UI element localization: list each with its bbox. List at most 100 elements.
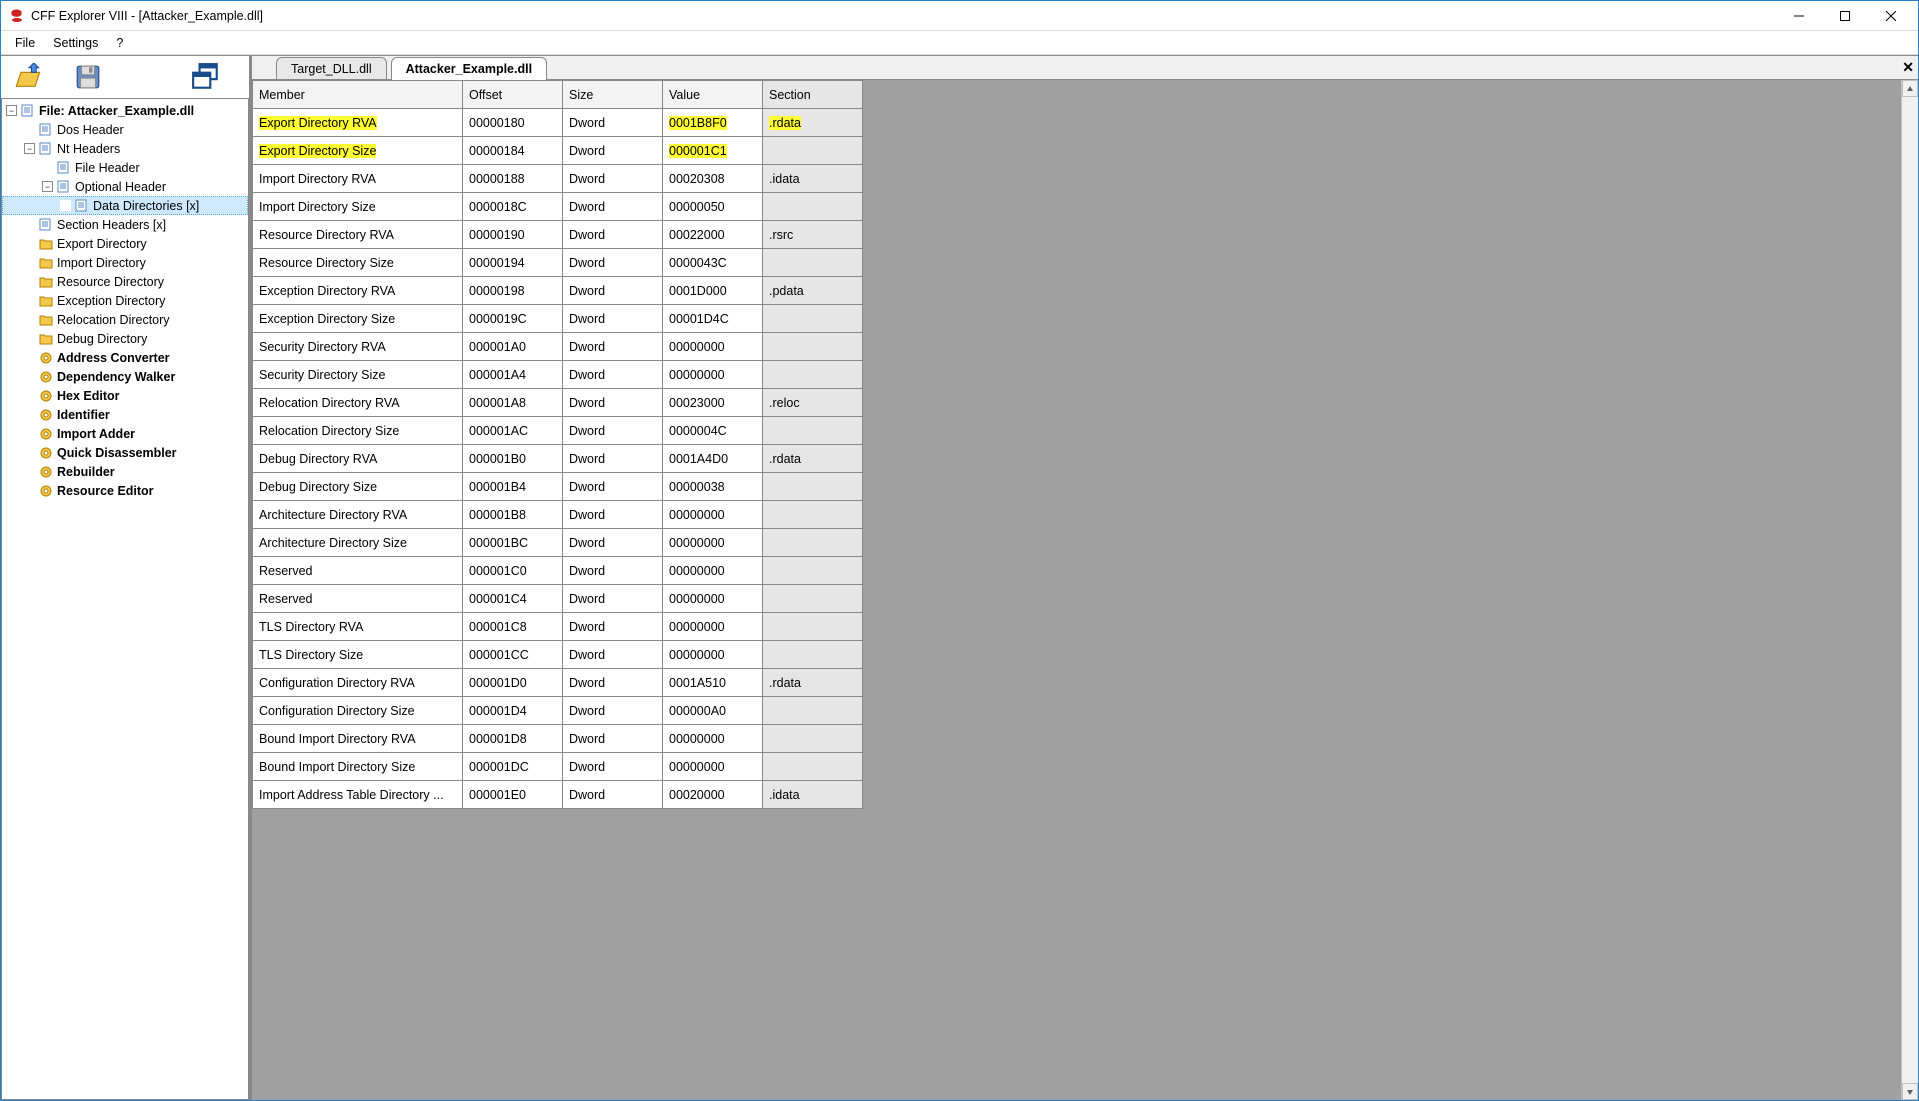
cell-value[interactable]: 00000000	[663, 529, 763, 557]
cell-offset[interactable]: 000001B0	[463, 445, 563, 473]
cell-offset[interactable]: 00000190	[463, 221, 563, 249]
cell-offset[interactable]: 000001B4	[463, 473, 563, 501]
cell-offset[interactable]: 000001A4	[463, 361, 563, 389]
cell-section[interactable]	[763, 333, 863, 361]
cell-offset[interactable]: 000001C4	[463, 585, 563, 613]
cell-value[interactable]: 00022000	[663, 221, 763, 249]
cell-value[interactable]: 00000038	[663, 473, 763, 501]
tree-resource-editor[interactable]: Resource Editor	[2, 481, 248, 500]
table-row[interactable]: TLS Directory Size000001CCDword00000000	[253, 641, 863, 669]
cell-section[interactable]: .rsrc	[763, 221, 863, 249]
cell-member[interactable]: Bound Import Directory Size	[253, 753, 463, 781]
cell-section[interactable]: .pdata	[763, 277, 863, 305]
save-icon[interactable]	[73, 62, 103, 92]
cell-offset[interactable]: 000001D4	[463, 697, 563, 725]
cell-member[interactable]: Export Directory RVA	[253, 109, 463, 137]
table-row[interactable]: Exception Directory Size0000019CDword000…	[253, 305, 863, 333]
cell-section[interactable]: .reloc	[763, 389, 863, 417]
table-row[interactable]: Import Directory Size0000018CDword000000…	[253, 193, 863, 221]
menu-file[interactable]: File	[7, 34, 43, 52]
tree-dependency-walker[interactable]: Dependency Walker	[2, 367, 248, 386]
tree-file-header[interactable]: File Header	[2, 158, 248, 177]
cell-member[interactable]: Resource Directory RVA	[253, 221, 463, 249]
cell-offset[interactable]: 000001A8	[463, 389, 563, 417]
tree-hex-editor[interactable]: Hex Editor	[2, 386, 248, 405]
cell-value[interactable]: 0001A510	[663, 669, 763, 697]
table-row[interactable]: Export Directory RVA00000180Dword0001B8F…	[253, 109, 863, 137]
cell-size[interactable]: Dword	[563, 417, 663, 445]
cell-section[interactable]	[763, 501, 863, 529]
cell-member[interactable]: Security Directory RVA	[253, 333, 463, 361]
tree-exception-directory[interactable]: Exception Directory	[2, 291, 248, 310]
vertical-scrollbar[interactable]	[1901, 80, 1918, 1100]
cell-size[interactable]: Dword	[563, 725, 663, 753]
col-header-section[interactable]: Section	[763, 81, 863, 109]
tree-address-converter[interactable]: Address Converter	[2, 348, 248, 367]
cell-offset[interactable]: 00000184	[463, 137, 563, 165]
cell-member[interactable]: Export Directory Size	[253, 137, 463, 165]
cell-size[interactable]: Dword	[563, 585, 663, 613]
cell-size[interactable]: Dword	[563, 361, 663, 389]
menu-settings[interactable]: Settings	[45, 34, 106, 52]
cell-offset[interactable]: 00000194	[463, 249, 563, 277]
cell-section[interactable]: .idata	[763, 781, 863, 809]
tree-expander-icon[interactable]: −	[42, 181, 53, 192]
cell-value[interactable]: 00023000	[663, 389, 763, 417]
tab-target-dll[interactable]: Target_DLL.dll	[276, 57, 387, 79]
data-table-wrap[interactable]: Member Offset Size Value Section Export …	[252, 80, 1918, 1100]
cell-member[interactable]: Exception Directory RVA	[253, 277, 463, 305]
cell-offset[interactable]: 000001C0	[463, 557, 563, 585]
cell-section[interactable]: .idata	[763, 165, 863, 193]
cell-member[interactable]: Import Address Table Directory ...	[253, 781, 463, 809]
cell-size[interactable]: Dword	[563, 529, 663, 557]
tree-export-directory[interactable]: Export Directory	[2, 234, 248, 253]
cell-offset[interactable]: 00000188	[463, 165, 563, 193]
cell-section[interactable]	[763, 193, 863, 221]
tree-debug-directory[interactable]: Debug Directory	[2, 329, 248, 348]
cell-section[interactable]	[763, 249, 863, 277]
tree-relocation-directory[interactable]: Relocation Directory	[2, 310, 248, 329]
cell-section[interactable]	[763, 137, 863, 165]
cell-section[interactable]	[763, 305, 863, 333]
cell-member[interactable]: Relocation Directory Size	[253, 417, 463, 445]
cell-section[interactable]	[763, 473, 863, 501]
cell-size[interactable]: Dword	[563, 557, 663, 585]
cell-member[interactable]: TLS Directory Size	[253, 641, 463, 669]
cell-value[interactable]: 00000000	[663, 753, 763, 781]
cell-offset[interactable]: 000001CC	[463, 641, 563, 669]
scroll-down-icon[interactable]	[1902, 1083, 1918, 1100]
cell-value[interactable]: 00000000	[663, 725, 763, 753]
cell-value[interactable]: 0001A4D0	[663, 445, 763, 473]
table-row[interactable]: Import Address Table Directory ...000001…	[253, 781, 863, 809]
minimize-button[interactable]	[1776, 1, 1822, 30]
table-row[interactable]: Export Directory Size00000184Dword000001…	[253, 137, 863, 165]
cell-value[interactable]: 00000000	[663, 557, 763, 585]
cell-member[interactable]: Debug Directory RVA	[253, 445, 463, 473]
cell-member[interactable]: Relocation Directory RVA	[253, 389, 463, 417]
cell-value[interactable]: 0001D000	[663, 277, 763, 305]
tree-file-root[interactable]: −File: Attacker_Example.dll	[2, 101, 248, 120]
cell-size[interactable]: Dword	[563, 277, 663, 305]
cell-member[interactable]: Import Directory Size	[253, 193, 463, 221]
cell-value[interactable]: 00000000	[663, 333, 763, 361]
tree-dos-header[interactable]: Dos Header	[2, 120, 248, 139]
cell-size[interactable]: Dword	[563, 109, 663, 137]
cell-offset[interactable]: 000001B8	[463, 501, 563, 529]
cell-member[interactable]: Resource Directory Size	[253, 249, 463, 277]
col-header-value[interactable]: Value	[663, 81, 763, 109]
cell-size[interactable]: Dword	[563, 501, 663, 529]
cell-offset[interactable]: 000001E0	[463, 781, 563, 809]
cell-value[interactable]: 00000000	[663, 585, 763, 613]
table-row[interactable]: Relocation Directory RVA000001A8Dword000…	[253, 389, 863, 417]
cell-member[interactable]: Configuration Directory RVA	[253, 669, 463, 697]
cell-size[interactable]: Dword	[563, 333, 663, 361]
tree-section-headers[interactable]: Section Headers [x]	[2, 215, 248, 234]
col-header-member[interactable]: Member	[253, 81, 463, 109]
cell-value[interactable]: 00020000	[663, 781, 763, 809]
cell-offset[interactable]: 000001BC	[463, 529, 563, 557]
cell-offset[interactable]: 000001A0	[463, 333, 563, 361]
cell-offset[interactable]: 0000018C	[463, 193, 563, 221]
cell-member[interactable]: Security Directory Size	[253, 361, 463, 389]
table-row[interactable]: Resource Directory Size00000194Dword0000…	[253, 249, 863, 277]
tree-quick-disassembler[interactable]: Quick Disassembler	[2, 443, 248, 462]
